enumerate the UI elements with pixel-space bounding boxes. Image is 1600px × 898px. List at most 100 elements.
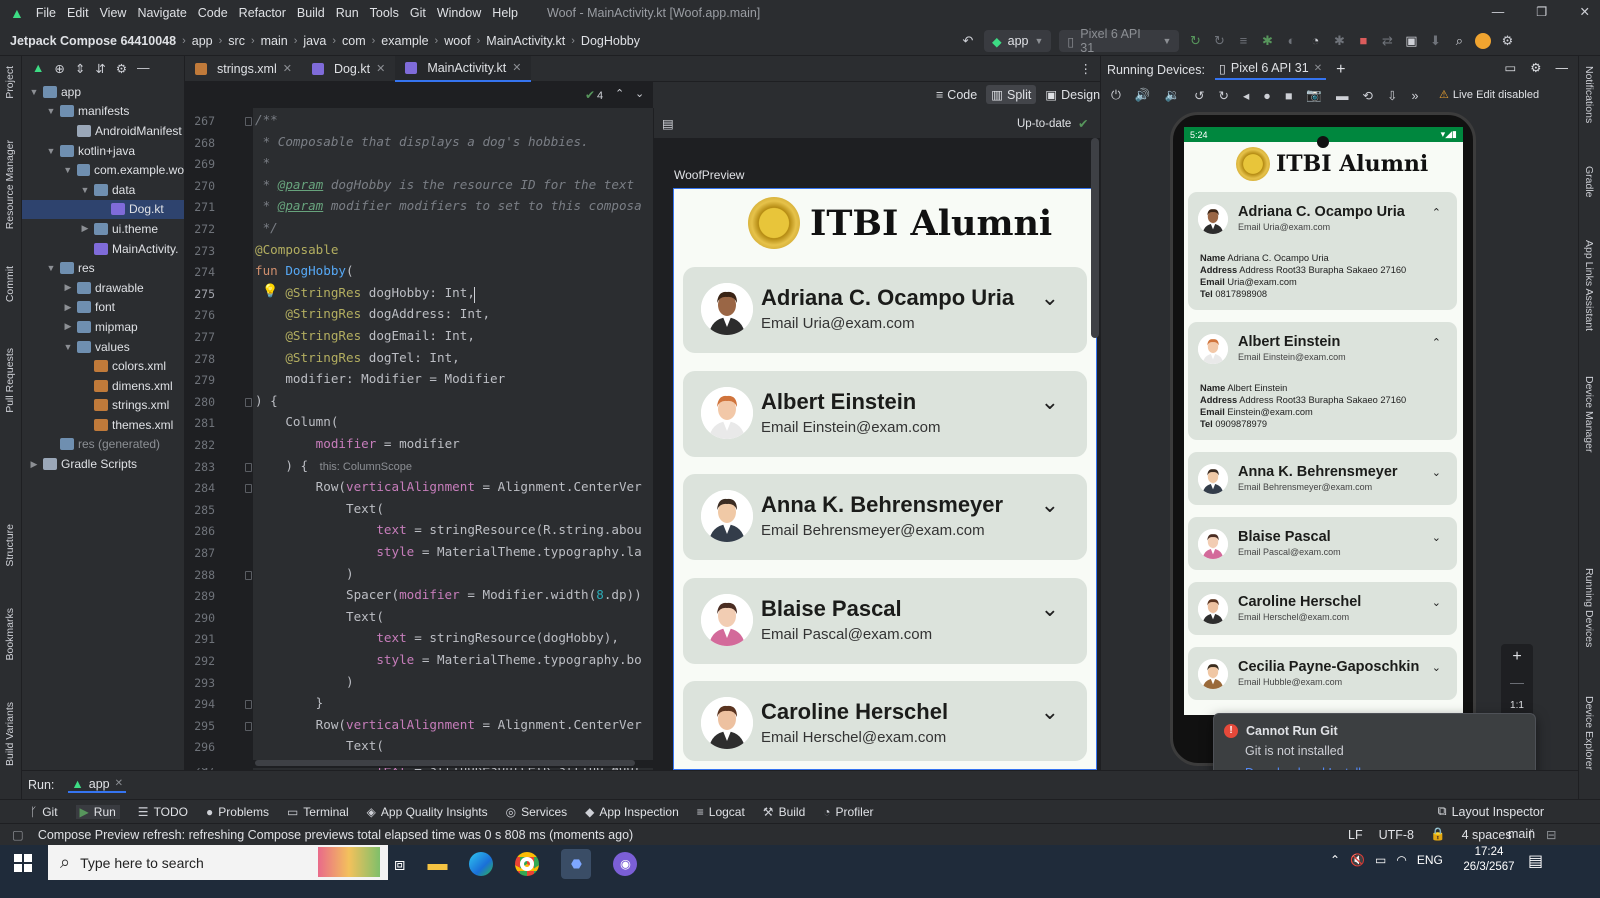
preview-vscroll[interactable] [1091,138,1099,338]
menu-run[interactable]: Run [336,6,359,20]
tree-item[interactable]: ▶ ui.theme [22,219,184,239]
run-config-select[interactable]: ◆ app ▼ [984,30,1052,52]
tool-build[interactable]: ⚒ Build [763,805,805,819]
tree-item[interactable]: ▶ mipmap [22,317,184,337]
more-options-icon[interactable]: ⋮ [1080,61,1093,76]
strip-gradle[interactable]: Gradle [1583,166,1595,198]
tool-todo[interactable]: ☰ TODO [138,805,188,819]
inspection-check-icon[interactable]: ✔ [585,88,595,102]
target-icon[interactable]: ⊕ [54,61,64,76]
tool-run[interactable]: ▶ Run [75,804,120,819]
strip-pull-requests[interactable]: Pull Requests [4,348,16,413]
device-manager-icon[interactable]: ▣ [1403,33,1419,49]
tree-item[interactable]: ▼ kotlin+java [22,141,184,161]
tab-mainactivity-kt[interactable]: MainActivity.kt ✕ [395,55,532,82]
reset-icon[interactable]: ⟲ [1363,88,1373,103]
preview-card[interactable]: Caroline Herschel Email Herschel@exam.com… [683,681,1087,761]
hammer-back-icon[interactable]: ↶ [960,33,976,49]
tree-item[interactable]: ▼ com.example.wo [22,160,184,180]
tool-git[interactable]: ᚴ Git [30,805,58,819]
tray-expand-icon[interactable]: ⌃ [1330,853,1340,867]
indent-setting[interactable]: 4 spaces [1462,828,1512,842]
tool-profiler[interactable]: ◔ Profiler [823,805,873,819]
strip-bookmarks[interactable]: Bookmarks [4,608,16,661]
breadcrumb-item[interactable]: DogHobby [581,34,640,48]
close-window-icon[interactable]: ✕ [1580,4,1590,19]
chrome-icon[interactable] [515,852,540,876]
split-mode-button[interactable]: ▥ Split [986,85,1037,104]
layout-inspector-button[interactable]: Layout Inspector [1452,805,1544,819]
zoom-in-icon[interactable]: + [1501,648,1533,666]
profile-icon[interactable]: ◔ [1307,33,1323,49]
edge-icon[interactable] [469,852,494,876]
device-select[interactable]: ▯ Pixel 6 API 31 ▼ [1059,27,1180,55]
menu-git[interactable]: Git [410,6,426,20]
tool-services[interactable]: ◎ Services [506,805,568,819]
prev-highlight-icon[interactable]: ⌃ [615,87,624,100]
line-separator[interactable]: LF [1348,828,1363,842]
code-editor[interactable]: /** * Composable that displays a dog's h… [185,108,653,770]
menu-edit[interactable]: Edit [67,6,89,20]
chevron-down-icon[interactable]: ⌄ [1041,389,1059,415]
strip-project[interactable]: Project [4,66,16,99]
preview-card[interactable]: Adriana C. Ocampo Uria Email Uria@exam.co… [683,267,1087,353]
overview-icon[interactable]: ■ [1285,89,1293,103]
strip-notifications[interactable]: Notifications [1583,66,1595,123]
menu-help[interactable]: Help [492,6,518,20]
preview-toolbar-icon[interactable]: ▤ [662,116,674,131]
design-mode-button[interactable]: ▣ Design [1040,85,1105,104]
chevron-down-icon[interactable]: ⌄ [1432,531,1441,544]
chevron-right-icon[interactable]: ▶ [28,459,40,470]
project-name[interactable]: Jetpack Compose 64410048 [10,34,176,48]
phone-card[interactable]: Albert Einstein Email Einstein@exam.com ⌃ N… [1188,322,1457,440]
chevron-down-icon[interactable]: ⌄ [1432,661,1441,674]
close-tab-icon[interactable]: ✕ [1314,63,1322,74]
strip-app-links[interactable]: App Links Assistant [1583,240,1595,331]
chevron-down-icon[interactable]: ⌄ [1041,699,1059,725]
windows-start-icon[interactable] [14,854,32,872]
menu-navigate[interactable]: Navigate [137,6,186,20]
breadcrumb-item[interactable]: com [342,34,366,48]
chevron-down-icon[interactable]: ▼ [45,263,57,273]
mirror-icon[interactable]: ⇩ [1387,88,1397,103]
more-icon[interactable]: » [1411,89,1418,103]
taskbar-search[interactable]: ⌕ Type here to search [48,845,388,880]
chevron-down-icon[interactable]: ▼ [62,342,74,352]
android-studio-icon[interactable]: ⬣ [561,849,592,879]
zoom-out-icon[interactable]: — [1501,674,1533,690]
home-icon[interactable]: ● [1263,89,1271,103]
chevron-right-icon[interactable]: ▶ [62,321,74,332]
phone-card[interactable]: Adriana C. Ocampo Uria Email Uria@exam.co… [1188,192,1457,310]
menu-view[interactable]: View [100,6,127,20]
editor-hscroll[interactable] [185,760,653,768]
tree-item[interactable]: Dog.kt [22,199,184,220]
expand-all-icon[interactable]: ⇕ [75,61,85,76]
menu-tools[interactable]: Tools [370,6,399,20]
rerun-icon[interactable]: ↻ [1187,33,1203,49]
chevron-up-icon[interactable]: ⌃ [1432,336,1441,349]
back-icon[interactable]: ◂ [1243,88,1249,103]
close-tab-icon[interactable]: ✕ [376,62,385,75]
stop-icon[interactable]: ■ [1355,33,1371,49]
tool-terminal[interactable]: ▭ Terminal [287,805,349,819]
tool-app-inspection[interactable]: ◆ App Inspection [585,805,679,819]
menu-file[interactable]: File [36,6,56,20]
strip-build-variants[interactable]: Build Variants [4,702,16,766]
power-icon[interactable]: ⏻ [1111,88,1121,103]
close-tab-icon[interactable]: ✕ [115,778,123,789]
chevron-up-icon[interactable]: ⌃ [1432,206,1441,219]
notification-center-icon[interactable]: ▤ [1528,851,1543,871]
panel-settings-icon[interactable]: ⚙ [1530,60,1541,75]
chevron-down-icon[interactable]: ▼ [45,146,57,156]
phone-card[interactable]: Cecilia Payne-Gaposchkin Email Hubble@exa… [1188,647,1457,700]
chevron-down-icon[interactable]: ⌄ [1041,492,1059,518]
chevron-down-icon[interactable]: ⌄ [1432,596,1441,609]
tool-app-quality-insights[interactable]: ◈ App Quality Insights [367,805,488,819]
chevron-down-icon[interactable]: ⌄ [1041,285,1059,311]
tree-item[interactable]: ▼ res [22,258,184,278]
github-desktop-icon[interactable]: ◉ [613,852,638,876]
chevron-down-icon[interactable]: ▼ [45,106,57,116]
hide-panel-icon[interactable]: — [137,61,150,75]
rotate-right-icon[interactable]: ↻ [1219,88,1229,103]
attach-debugger-icon[interactable]: ✱ [1331,33,1347,49]
